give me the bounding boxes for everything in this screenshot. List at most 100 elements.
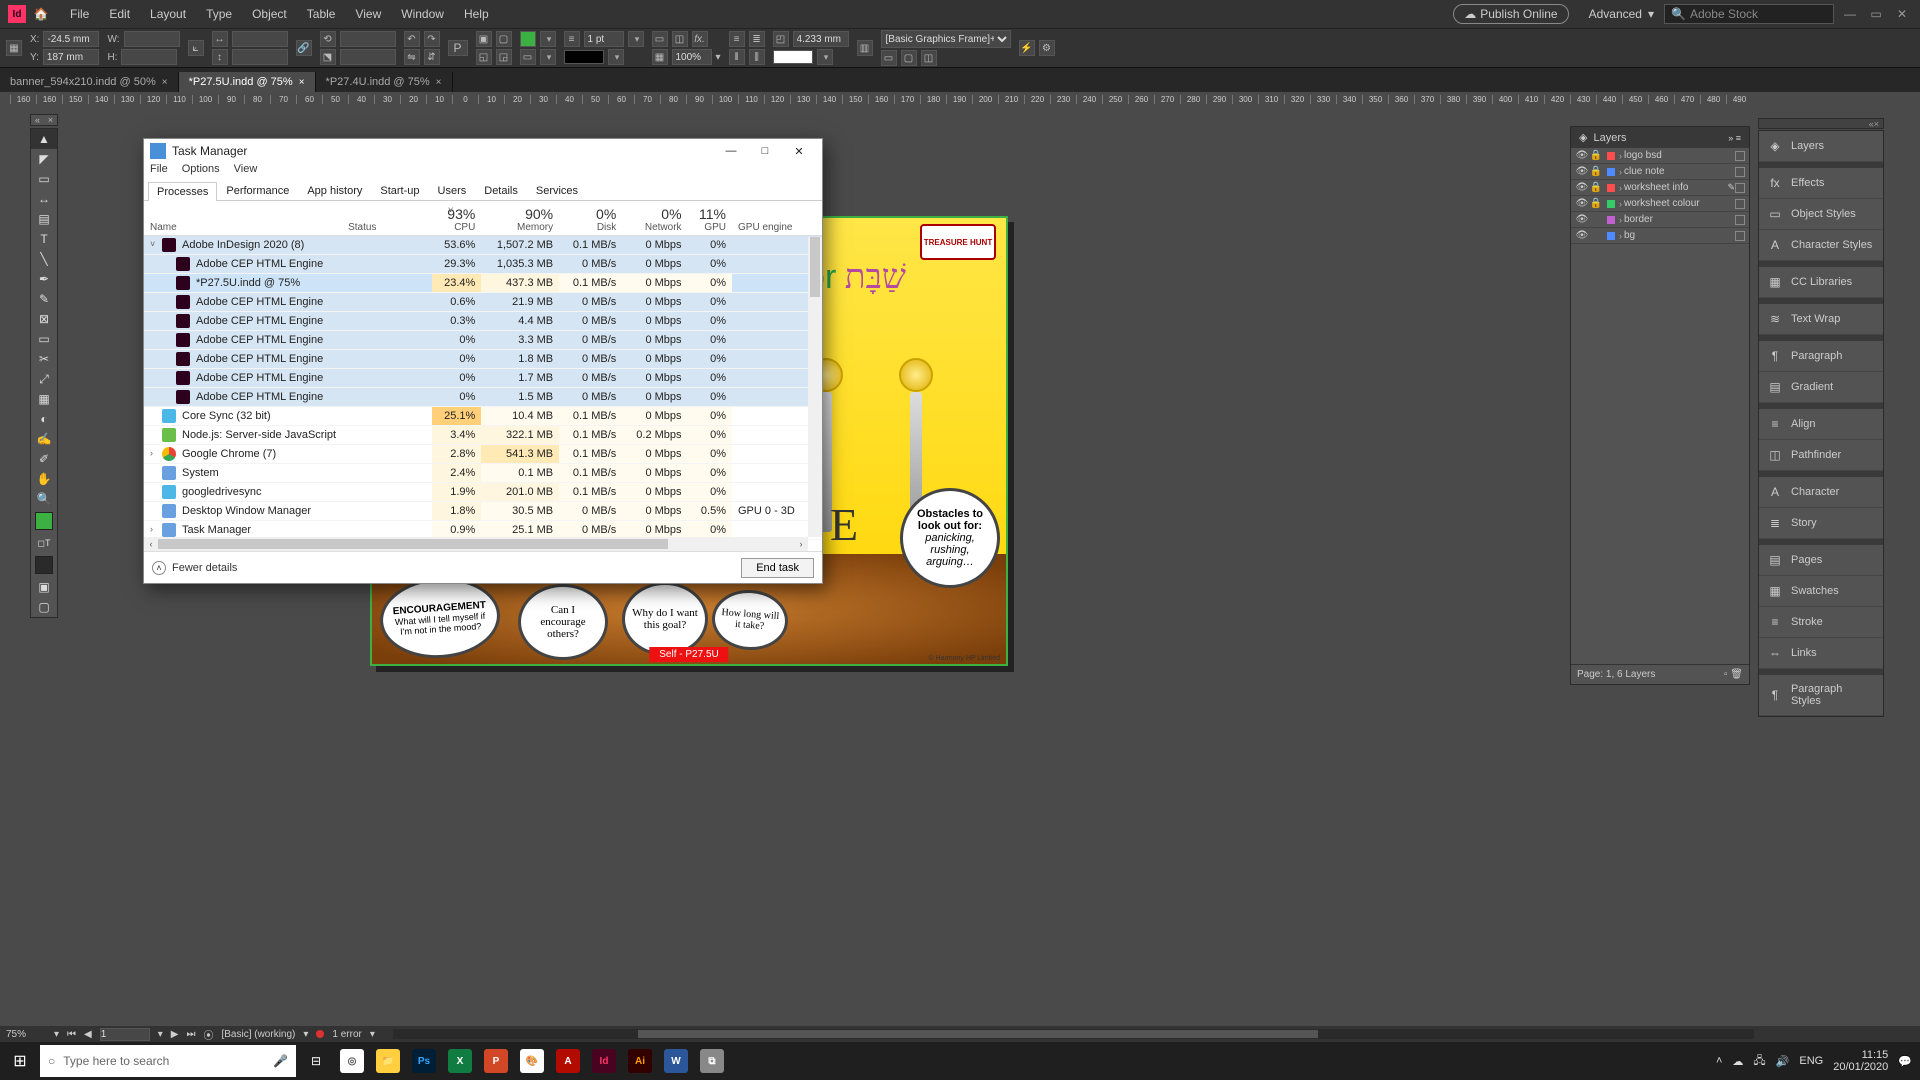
- lock-icon[interactable]: 🔒: [1589, 166, 1603, 177]
- layer-target-icon[interactable]: [1735, 167, 1745, 177]
- control-menu-icon[interactable]: ⚙: [1039, 40, 1055, 56]
- tm-menu-file[interactable]: File: [150, 163, 168, 181]
- document-tab[interactable]: banner_594x210.indd @ 50%×: [0, 72, 179, 92]
- task-manager-titlebar[interactable]: Task Manager — □ ✕: [144, 139, 822, 163]
- fill-swatch[interactable]: [520, 31, 536, 47]
- taskbar-app-explorer[interactable]: 📁: [370, 1042, 406, 1080]
- chevron-down-icon[interactable]: ▾: [370, 1029, 375, 1040]
- screen-mode-normal[interactable]: ▣: [31, 577, 57, 597]
- task-view-button[interactable]: ⊟: [298, 1042, 334, 1080]
- start-button[interactable]: ⊞: [0, 1042, 40, 1080]
- obj-opt3-icon[interactable]: ◫: [921, 50, 937, 66]
- col-name[interactable]: Name: [150, 222, 336, 233]
- taskbar-app-snip[interactable]: 🎨: [514, 1042, 550, 1080]
- panel-paragraph[interactable]: ¶Paragraph: [1759, 341, 1883, 372]
- process-row[interactable]: Adobe CEP HTML Engine0%1.7 MB0 MB/s0 Mbp…: [144, 368, 822, 387]
- object-style-select[interactable]: [Basic Graphics Frame]+: [881, 30, 1011, 48]
- taskbar-app-indesign[interactable]: Id: [586, 1042, 622, 1080]
- taskbar-app-word[interactable]: W: [658, 1042, 694, 1080]
- quick-apply-icon[interactable]: ⚡: [1019, 40, 1035, 56]
- stroke-style-dropdown[interactable]: [608, 49, 624, 65]
- h-input[interactable]: [121, 49, 177, 65]
- process-row[interactable]: Adobe CEP HTML Engine0%1.5 MB0 MB/s0 Mbp…: [144, 387, 822, 406]
- panel-align[interactable]: ≡Align: [1759, 409, 1883, 440]
- tm-tab-services[interactable]: Services: [527, 181, 587, 200]
- stroke-swatch[interactable]: ▭: [520, 49, 536, 65]
- scale-x-input[interactable]: [232, 31, 288, 47]
- y-input[interactable]: [43, 49, 99, 65]
- layer-row[interactable]: 👁›border: [1571, 212, 1749, 228]
- close-icon[interactable]: ×: [1874, 119, 1879, 128]
- gap-tool[interactable]: ↔: [31, 189, 57, 209]
- rectangle-tool[interactable]: ▭: [31, 329, 57, 349]
- obj-opt1-icon[interactable]: ▭: [881, 50, 897, 66]
- horizontal-scrollbar[interactable]: ‹›: [144, 537, 808, 551]
- link-icon[interactable]: 🔗: [296, 40, 312, 56]
- end-task-button[interactable]: End task: [741, 558, 814, 578]
- onedrive-icon[interactable]: ☁: [1732, 1055, 1743, 1068]
- selection-tool[interactable]: ▲: [31, 129, 57, 149]
- close-icon[interactable]: ×: [299, 77, 305, 88]
- lock-icon[interactable]: 🔒: [1589, 150, 1603, 161]
- tm-tab-details[interactable]: Details: [475, 181, 527, 200]
- tm-tab-processes[interactable]: Processes: [148, 182, 217, 201]
- layer-target-icon[interactable]: [1735, 199, 1745, 209]
- note-tool[interactable]: ✍: [31, 429, 57, 449]
- lock-icon[interactable]: 🔒: [1589, 198, 1603, 209]
- panel-cc-libraries[interactable]: ▦CC Libraries: [1759, 267, 1883, 298]
- flip-v-icon[interactable]: ⇵: [424, 49, 440, 65]
- taskbar-app-photoshop[interactable]: Ps: [406, 1042, 442, 1080]
- layer-target-icon[interactable]: [1735, 183, 1745, 193]
- taskbar-app-chrome[interactable]: ◎: [334, 1042, 370, 1080]
- minimize-button[interactable]: —: [1840, 4, 1860, 24]
- visibility-icon[interactable]: 👁: [1575, 230, 1589, 241]
- process-row[interactable]: Adobe CEP HTML Engine0.3%4.4 MB0 MB/s0 M…: [144, 311, 822, 330]
- apply-color-swatch[interactable]: [35, 556, 53, 574]
- free-transform-tool[interactable]: ⤢: [31, 369, 57, 389]
- next-page-icon[interactable]: ▶: [171, 1029, 179, 1040]
- col-gpu-engine[interactable]: GPU engine: [738, 222, 816, 233]
- reference-point-icon[interactable]: ▦: [6, 40, 22, 56]
- col-gpu[interactable]: 11%GPU: [688, 201, 732, 235]
- maximize-button[interactable]: □: [748, 140, 782, 162]
- hand-tool[interactable]: ✋: [31, 469, 57, 489]
- menu-type[interactable]: Type: [196, 7, 242, 21]
- content-collector-tool[interactable]: ▤: [31, 209, 57, 229]
- stroke-weight-input[interactable]: [584, 31, 624, 47]
- panel-layers[interactable]: ◈Layers: [1759, 131, 1883, 162]
- corner-shape-dropdown[interactable]: [817, 49, 833, 65]
- menu-layout[interactable]: Layout: [140, 7, 196, 21]
- page-input[interactable]: [100, 1028, 150, 1041]
- panel-paragraph-styles[interactable]: ¶Paragraph Styles: [1759, 675, 1883, 716]
- panel-menu-icon[interactable]: » ≡: [1728, 133, 1741, 143]
- distribute-v-icon[interactable]: ⫼: [749, 49, 765, 65]
- panel-stroke[interactable]: ≡Stroke: [1759, 607, 1883, 638]
- chevron-down-icon[interactable]: ▾: [158, 1029, 163, 1040]
- first-page-icon[interactable]: ⏮: [67, 1029, 76, 1040]
- opacity-input[interactable]: [672, 49, 712, 65]
- scissors-tool[interactable]: ✂: [31, 349, 57, 369]
- delete-layer-icon[interactable]: 🗑: [1730, 669, 1743, 680]
- vertical-scrollbar[interactable]: [808, 237, 822, 537]
- align-center-icon[interactable]: ≣: [749, 31, 765, 47]
- menu-object[interactable]: Object: [242, 7, 297, 21]
- panel-story[interactable]: ≣Story: [1759, 508, 1883, 539]
- process-row[interactable]: Adobe CEP HTML Engine0%1.8 MB0 MB/s0 Mbp…: [144, 349, 822, 368]
- rotate-input[interactable]: [340, 31, 396, 47]
- align-left-icon[interactable]: ≡: [729, 31, 745, 47]
- tm-tab-start-up[interactable]: Start-up: [371, 181, 428, 200]
- stroke-weight-dropdown[interactable]: [628, 31, 644, 47]
- x-input[interactable]: [43, 31, 99, 47]
- fill-dropdown[interactable]: [540, 31, 556, 47]
- rotate-ccw-icon[interactable]: ↶: [404, 31, 420, 47]
- process-row[interactable]: ›Google Chrome (7)2.8%541.3 MB0.1 MB/s0 …: [144, 444, 822, 463]
- close-icon[interactable]: ×: [162, 77, 168, 88]
- fx-label[interactable]: fx.: [692, 31, 708, 47]
- process-row[interactable]: Adobe CEP HTML Engine0.6%21.9 MB0 MB/s0 …: [144, 292, 822, 311]
- col-status[interactable]: Status: [348, 222, 426, 233]
- visibility-icon[interactable]: 👁: [1575, 182, 1589, 193]
- process-row[interactable]: *P27.5U.indd @ 75%23.4%437.3 MB0.1 MB/s0…: [144, 273, 822, 292]
- panel-links[interactable]: ⇔Links: [1759, 638, 1883, 669]
- wrap-none-icon[interactable]: ▭: [652, 31, 668, 47]
- constrain-icon[interactable]: ⟀: [188, 40, 204, 56]
